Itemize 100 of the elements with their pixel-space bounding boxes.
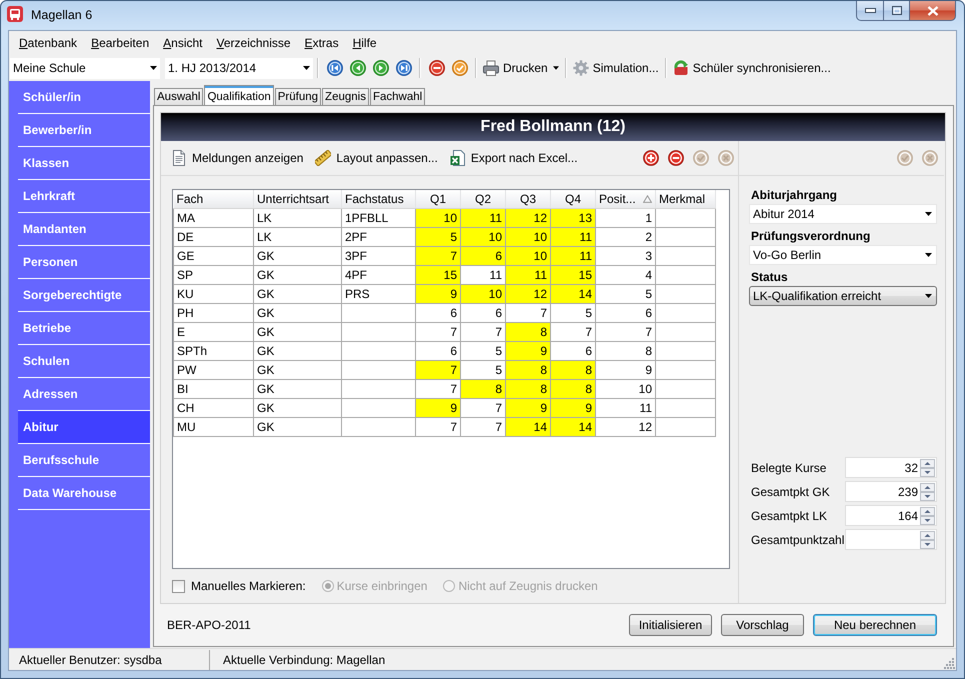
plus-circle-icon[interactable] xyxy=(643,150,659,166)
sort-triangle-icon xyxy=(643,195,652,203)
grade-cell: 5 xyxy=(416,228,460,246)
dropdown[interactable]: Vo-Go Berlin xyxy=(749,245,937,265)
school-dropdown[interactable]: Meine Schule xyxy=(10,58,160,78)
number-field[interactable]: 239 xyxy=(845,481,937,502)
column-header[interactable]: Merkmal xyxy=(656,190,716,208)
skip-to-start-icon[interactable] xyxy=(327,60,343,76)
sidebar-item[interactable]: Abitur xyxy=(18,411,150,444)
grade-cell: 15 xyxy=(416,266,460,284)
sync-button[interactable]: Schüler synchronisieren... xyxy=(670,60,833,76)
window-title: Magellan 6 xyxy=(31,7,92,23)
field-label: Status xyxy=(751,269,789,285)
spin-up-icon[interactable] xyxy=(920,506,935,516)
table-cell: LK xyxy=(254,208,342,228)
tab[interactable]: Qualifikation xyxy=(204,85,274,105)
sidebar-item[interactable]: Schulen xyxy=(18,345,150,378)
sidebar-item[interactable]: Data Warehouse xyxy=(18,477,150,510)
initialize-button[interactable]: Initialisieren xyxy=(629,614,712,636)
column-header[interactable]: Fach xyxy=(174,190,254,208)
grade-cell: 10 xyxy=(506,246,550,266)
minus-circle-icon[interactable] xyxy=(429,60,445,76)
sidebar-item[interactable]: Berufsschule xyxy=(18,444,150,477)
menu-item[interactable]: Ansicht xyxy=(156,35,210,51)
sidebar-item[interactable]: Klassen xyxy=(18,147,150,180)
number-field[interactable]: 164 xyxy=(845,505,937,526)
export-button[interactable]: Export nach Excel... xyxy=(448,150,580,166)
menu-item[interactable]: Hilfe xyxy=(346,35,384,51)
grade-cell: 11 xyxy=(506,266,550,284)
table-cell: GK xyxy=(254,304,342,322)
dropdown-arrow-icon xyxy=(925,212,932,216)
tab[interactable]: Prüfung xyxy=(274,88,322,105)
menu-item[interactable]: Verzeichnisse xyxy=(210,35,298,51)
dropdown-arrow-icon xyxy=(925,253,932,257)
table-cell: 5 xyxy=(596,284,656,304)
column-header[interactable]: Fachstatus xyxy=(342,190,416,208)
next-icon[interactable] xyxy=(373,60,389,76)
dropdown-arrow-icon xyxy=(303,66,310,70)
table-cell: BI xyxy=(174,380,254,398)
number-field[interactable] xyxy=(845,529,937,550)
spin-down-icon[interactable] xyxy=(920,468,935,476)
field-label: Belegte Kurse xyxy=(751,460,828,474)
simulation-button[interactable]: Simulation... xyxy=(570,60,661,76)
maximize-button[interactable] xyxy=(884,1,910,21)
spin-up-icon[interactable] xyxy=(920,458,935,468)
check-circle-icon[interactable] xyxy=(452,60,468,76)
table-cell: 12 xyxy=(596,418,656,436)
sidebar-item[interactable]: Mandanten xyxy=(18,213,150,246)
radio-label: Kurse einbringen xyxy=(336,579,428,593)
print-button[interactable]: Drucken xyxy=(481,60,561,76)
term-dropdown[interactable]: 1. HJ 2013/2014 xyxy=(165,58,313,78)
table-cell: 9 xyxy=(596,360,656,380)
sidebar-item[interactable]: Betriebe xyxy=(18,312,150,345)
ruler-icon xyxy=(315,150,332,166)
tab[interactable]: Auswahl xyxy=(154,88,204,105)
suggest-button[interactable]: Vorschlag xyxy=(721,614,804,636)
column-header[interactable]: Q3 xyxy=(506,190,550,208)
column-header[interactable]: Q1 xyxy=(416,190,460,208)
table-cell: MA xyxy=(174,208,254,228)
sidebar-item[interactable]: Bewerber/in xyxy=(18,114,150,147)
tab[interactable]: Fachwahl xyxy=(370,88,426,105)
skip-to-end-icon[interactable] xyxy=(396,60,412,76)
grade-cell: 7 xyxy=(416,322,460,342)
grade-cell: 9 xyxy=(416,398,460,418)
resize-grip-icon[interactable] xyxy=(944,658,955,669)
messages-button[interactable]: Meldungen anzeigen xyxy=(169,150,306,166)
sidebar-item[interactable]: Sorgeberechtigte xyxy=(18,279,150,312)
table-cell: PH xyxy=(174,304,254,322)
minus-circle-icon[interactable] xyxy=(668,150,684,166)
close-button[interactable] xyxy=(910,1,956,21)
sidebar-item[interactable]: Schüler/in xyxy=(18,81,150,114)
sidebar-item[interactable]: Lehrkraft xyxy=(18,180,150,213)
table-cell: GK xyxy=(254,380,342,398)
menu-item[interactable]: Bearbeiten xyxy=(84,35,156,51)
dropdown[interactable]: LK-Qualifikation erreicht xyxy=(749,286,937,306)
spin-down-icon[interactable] xyxy=(920,540,935,548)
number-field[interactable]: 32 xyxy=(845,457,937,478)
column-header[interactable]: Q2 xyxy=(460,190,506,208)
checkbox[interactable] xyxy=(172,580,185,592)
column-header[interactable]: Posit... xyxy=(596,190,656,208)
minimize-button[interactable] xyxy=(856,1,884,21)
table-cell: 11 xyxy=(596,398,656,418)
tab[interactable]: Zeugnis xyxy=(322,88,369,105)
dropdown[interactable]: Abitur 2014 xyxy=(749,204,937,224)
column-header[interactable]: Q4 xyxy=(550,190,596,208)
grade-cell: 8 xyxy=(506,360,550,380)
menu-item[interactable]: Extras xyxy=(298,35,346,51)
table-cell: GK xyxy=(254,418,342,436)
sidebar-item[interactable]: Personen xyxy=(18,246,150,279)
spin-down-icon[interactable] xyxy=(920,492,935,500)
spin-down-icon[interactable] xyxy=(920,516,935,524)
field-label: Gesamtpunktzahl xyxy=(751,532,845,546)
previous-icon[interactable] xyxy=(350,60,366,76)
spin-up-icon[interactable] xyxy=(920,530,935,540)
table-cell: GK xyxy=(254,342,342,360)
recalculate-button[interactable]: Neu berechnen xyxy=(813,614,937,636)
menu-item[interactable]: Datenbank xyxy=(12,35,84,51)
spin-up-icon[interactable] xyxy=(920,482,935,492)
column-header[interactable]: Unterrichtsart xyxy=(254,190,342,208)
layout-button[interactable]: Layout anpassen... xyxy=(313,150,440,166)
